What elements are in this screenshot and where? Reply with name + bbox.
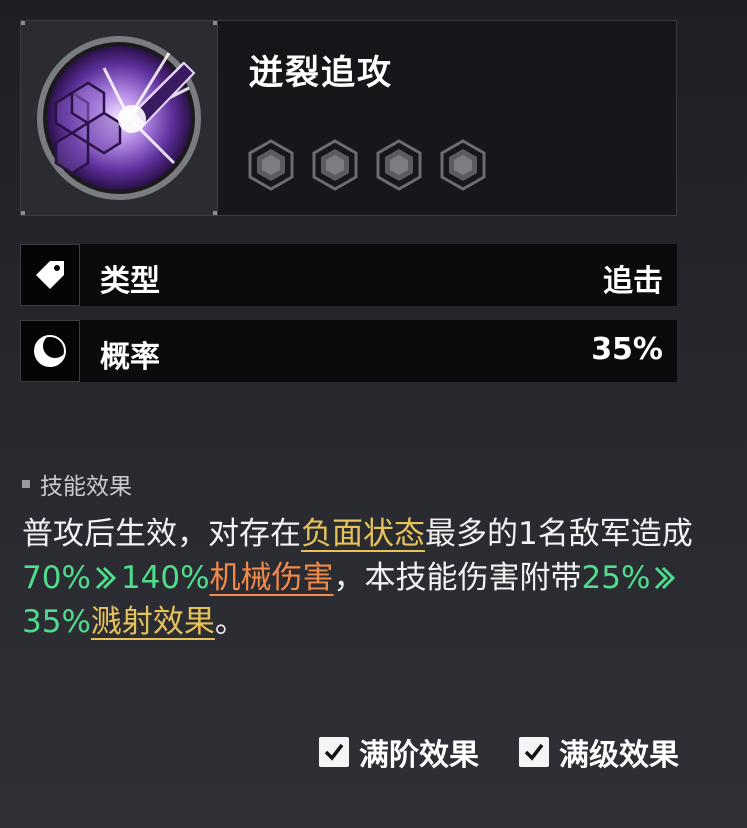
checkmark-icon <box>324 743 344 761</box>
square-bullet-icon <box>22 480 30 488</box>
keyword-splash[interactable]: 溅射效果 <box>91 604 215 640</box>
toggle-label: 满阶效果 <box>359 738 479 773</box>
attribute-label: 类型 <box>100 264 160 299</box>
toggle-max-rank[interactable]: 满阶效果 <box>319 730 479 774</box>
attribute-label: 概率 <box>100 340 160 375</box>
keyword-debuff[interactable]: 负面状态 <box>301 516 425 552</box>
attribute-row-type: 类型 追击 <box>20 244 677 306</box>
checkbox[interactable] <box>319 737 349 767</box>
effect-toggles: 满阶效果 满级效果 <box>319 730 679 774</box>
rank-hexagon-icon <box>376 139 422 191</box>
skill-icon-frame <box>21 21 218 215</box>
toggle-max-level[interactable]: 满级效果 <box>519 730 679 774</box>
purple-shield-burst-icon <box>37 36 201 200</box>
keyword-damage-type[interactable]: 机械伤害 <box>210 560 334 596</box>
attribute-row-chance: 概率 35% <box>20 320 677 382</box>
rank-hexagon-icon <box>312 139 358 191</box>
splash-to: 35% <box>22 604 91 640</box>
damage-from: 70% <box>22 560 91 596</box>
toggle-label: 满级效果 <box>559 738 679 773</box>
checkmark-icon <box>524 743 544 761</box>
damage-to: 140% <box>120 560 210 596</box>
attribute-value: 35% <box>591 332 663 367</box>
skill-title: 迸裂追攻 <box>249 53 393 93</box>
section-title: 技能效果 <box>22 467 132 501</box>
rank-hexagon-icon <box>440 139 486 191</box>
rank-hexagon-icon <box>248 139 294 191</box>
double-chevron-right-icon <box>95 566 117 590</box>
double-chevron-right-icon <box>655 566 676 590</box>
attribute-value: 追击 <box>603 264 663 299</box>
moon-icon <box>34 334 67 367</box>
skill-header-card: 迸裂追攻 <box>20 20 677 216</box>
skill-rank-stars <box>245 139 489 191</box>
splash-from: 25% <box>581 560 651 596</box>
tag-icon <box>36 261 64 289</box>
skill-description: 普攻后生效，对存在负面状态最多的1名敌军造成70% 140%机械伤害，本技能伤害附… <box>22 516 693 640</box>
checkbox[interactable] <box>519 737 549 767</box>
